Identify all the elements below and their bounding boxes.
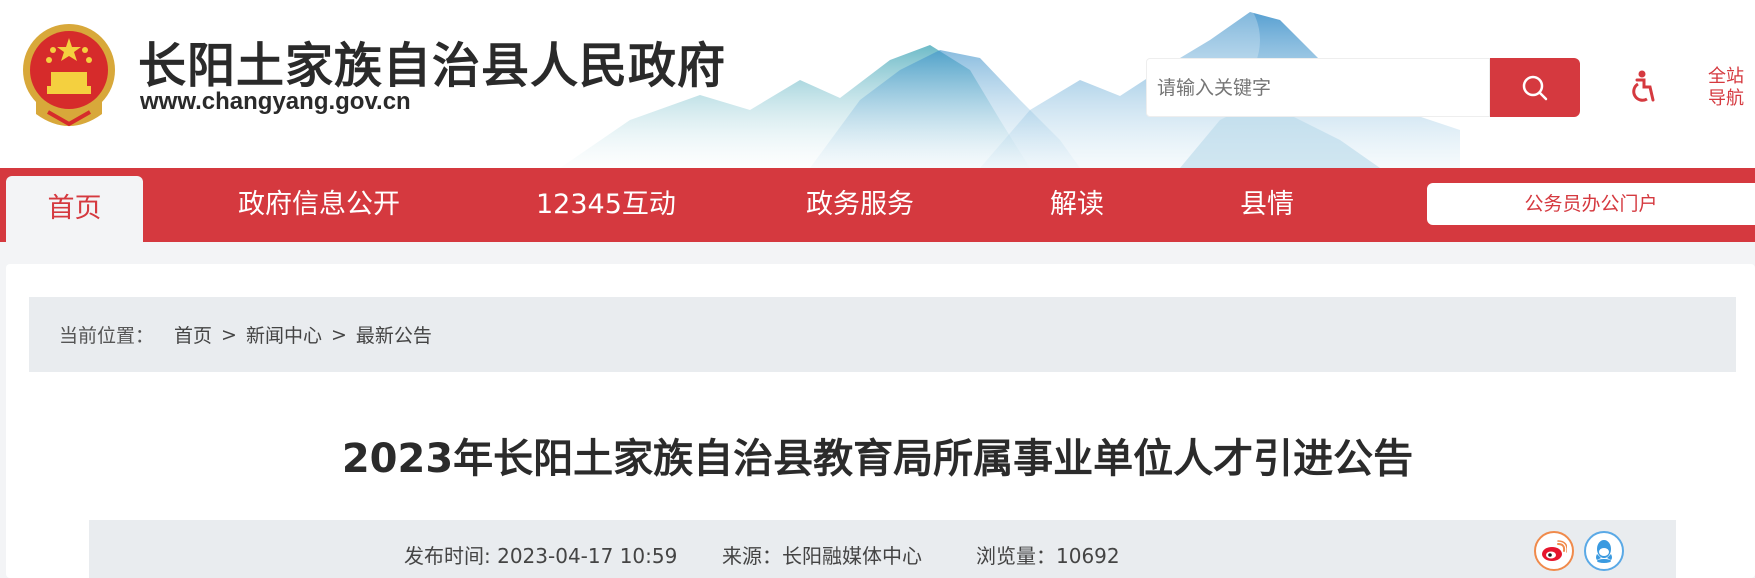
source-value: 长阳融媒体中心 [782,544,922,568]
breadcrumb-separator: > [330,323,347,346]
article-source: 来源：长阳融媒体中心 [722,540,922,569]
views-value: 10692 [1056,544,1120,568]
civil-servant-portal-button[interactable]: 公务员办公门户 [1427,183,1755,225]
nav-item-home[interactable]: 首页 [6,176,143,242]
site-header: 长阳土家族自治县人民政府 www.changyang.gov.cn 全站 导航 [0,0,1755,168]
weibo-icon [1542,540,1567,561]
breadcrumb: 当前位置： 首页 > 新闻中心 > 最新公告 [29,297,1736,372]
search-icon [1522,75,1548,100]
share-weibo-button[interactable] [1534,531,1574,571]
views-label: 浏览量： [976,544,1056,568]
site-url: www.changyang.gov.cn [140,88,411,115]
qq-icon [1596,540,1612,563]
search-button[interactable] [1490,58,1580,117]
nav-item-interpretation[interactable]: 解读 [1050,168,1104,242]
breadcrumb-home[interactable]: 首页 [174,321,212,348]
share-qq-button[interactable] [1584,531,1624,571]
accessibility-icon[interactable] [1628,70,1656,104]
nav-item-gov-info[interactable]: 政府信息公开 [238,168,400,242]
view-count: 浏览量：10692 [976,540,1120,569]
sitemap-label-line1: 全站 [1708,66,1744,87]
breadcrumb-latest-notices[interactable]: 最新公告 [356,321,432,348]
nav-item-gov-services[interactable]: 政务服务 [806,168,914,242]
main-nav: 首页 政府信息公开 12345互动 政务服务 解读 县情 公务员办公门户 [0,168,1755,242]
search-input[interactable] [1146,58,1490,117]
source-label: 来源： [722,544,782,568]
publish-time-value: 2023-04-17 10:59 [497,544,678,568]
site-navigation-link[interactable]: 全站 导航 [1708,66,1754,110]
article-title: 2023年长阳土家族自治县教育局所属事业单位人才引进公告 [341,436,1414,482]
national-emblem-logo [23,24,115,127]
site-title: 长阳土家族自治县人民政府 [138,38,727,94]
publish-time-label: 发布时间: [404,544,491,568]
publish-time: 发布时间: 2023-04-17 10:59 [404,540,677,569]
breadcrumb-separator: > [221,323,237,346]
breadcrumb-news-center[interactable]: 新闻中心 [246,321,322,348]
breadcrumb-prefix: 当前位置： [59,325,155,347]
nav-item-12345[interactable]: 12345互动 [536,168,676,242]
nav-item-county-info[interactable]: 县情 [1240,168,1294,242]
sitemap-label-line2: 导航 [1708,88,1744,109]
